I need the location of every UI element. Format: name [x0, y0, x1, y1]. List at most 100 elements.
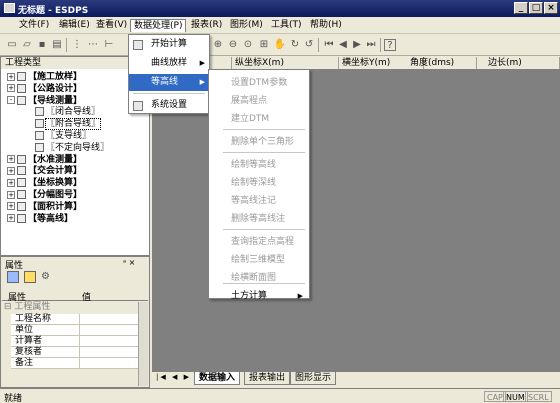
- props-group[interactable]: ⊟ 工程属性: [2, 302, 148, 313]
- menu-data-processing[interactable]: 数据处理(P): [130, 19, 187, 32]
- expander-icon[interactable]: +: [7, 155, 15, 164]
- submenu-item[interactable]: 土方计算 ▶: [209, 287, 309, 305]
- menu-file[interactable]: 文件(F): [16, 19, 52, 32]
- contour-submenu: 设置DTM参数 展高程点建立DTM 删除单个三角形 绘制等高线 绘制等深线 等高线注记 删除…: [208, 69, 310, 301]
- props-scrollbar[interactable]: [138, 302, 148, 386]
- menu-separator: [223, 129, 305, 130]
- close-button[interactable]: ×: [544, 2, 558, 14]
- expander-icon[interactable]: +: [7, 72, 15, 81]
- tab-data-input[interactable]: 数据输入: [194, 372, 241, 385]
- tree-node[interactable]: - 【导线测量】: [7, 95, 82, 107]
- zoom-icon[interactable]: ⊙: [241, 38, 255, 52]
- property-row[interactable]: 单位: [11, 325, 141, 336]
- tree-node[interactable]: 〖闭合导线〗: [35, 107, 100, 118]
- submenu-item-label: 绘横断面图: [231, 273, 277, 283]
- tree-node[interactable]: 〖不定向导线〗: [35, 142, 109, 154]
- tree-node-label: 〖闭合导线〗: [46, 107, 101, 118]
- tree-node[interactable]: 〖支导线〗: [35, 131, 91, 142]
- tree-node[interactable]: + 【等高线】: [7, 213, 73, 225]
- maximize-button[interactable]: □: [529, 2, 543, 14]
- expander-icon[interactable]: +: [7, 202, 15, 211]
- prev-icon[interactable]: ◀: [336, 38, 350, 52]
- menu-graphics[interactable]: 图形(M): [227, 19, 266, 32]
- submenu-item[interactable]: 展高程点: [209, 92, 309, 110]
- tree-node[interactable]: + 【分幅图号】: [7, 190, 82, 201]
- tab-report-output[interactable]: 报表输出: [244, 372, 291, 385]
- props-group-label: 工程属性: [14, 302, 51, 312]
- open-icon[interactable]: ▱: [20, 38, 34, 52]
- folder-icon: [17, 213, 26, 223]
- next-icon[interactable]: ▶: [350, 38, 364, 52]
- property-row[interactable]: 复核者: [11, 347, 141, 358]
- tree-node[interactable]: + 【交会计算】: [7, 166, 82, 177]
- tree-node[interactable]: 〖附合导线〗: [35, 118, 102, 131]
- print-icon[interactable]: ▤: [50, 38, 64, 52]
- extent-icon[interactable]: ⊞: [257, 38, 271, 52]
- submenu-item-label: 建立DTM: [231, 114, 270, 124]
- pin-close-icon[interactable]: ᵃ ×: [123, 258, 135, 267]
- refresh-icon[interactable]: ↻: [288, 38, 302, 52]
- first-icon[interactable]: ⏮: [322, 38, 336, 52]
- categorized-icon[interactable]: [7, 271, 19, 283]
- node-icon[interactable]: ⋯: [86, 38, 100, 52]
- zoom-out-icon[interactable]: ⊖: [226, 38, 240, 52]
- submenu-item[interactable]: 查询指定点高程: [209, 233, 309, 251]
- pan-icon[interactable]: ✋: [273, 38, 287, 52]
- property-value[interactable]: [79, 325, 80, 336]
- minimize-button[interactable]: _: [514, 2, 528, 14]
- property-row[interactable]: 工程名称: [11, 314, 141, 325]
- tree-node[interactable]: + 【坐标换算】: [7, 178, 82, 189]
- property-row[interactable]: 计算者: [11, 336, 141, 347]
- save-icon[interactable]: ▪: [35, 38, 49, 52]
- submenu-item[interactable]: 等高线注记: [209, 192, 309, 210]
- menu-edit[interactable]: 编辑(E): [56, 19, 93, 32]
- submenu-item[interactable]: 设置DTM参数: [209, 74, 309, 92]
- new-icon[interactable]: ▭: [5, 38, 19, 52]
- last-icon[interactable]: ⏭: [364, 38, 378, 52]
- menu-tools[interactable]: 工具(T): [268, 19, 305, 32]
- tree-node[interactable]: + 【公路设计】: [7, 83, 82, 95]
- submenu-item[interactable]: 绘制三维模型: [209, 251, 309, 269]
- submenu-item[interactable]: 建立DTM: [209, 110, 309, 128]
- tree-icon[interactable]: ⋮: [70, 38, 84, 52]
- sort-icon[interactable]: [24, 271, 36, 283]
- property-value[interactable]: [79, 347, 80, 358]
- menu-item-label: 曲线放样: [151, 58, 188, 68]
- expander-icon[interactable]: +: [7, 214, 15, 223]
- menu-item[interactable]: 等高线 ▶: [129, 74, 209, 91]
- tree-node[interactable]: + 【面积计算】: [7, 201, 82, 213]
- submenu-item[interactable]: 删除单个三角形: [209, 133, 309, 151]
- property-value[interactable]: [79, 358, 80, 369]
- property-name: 复核者: [15, 347, 43, 357]
- help-icon[interactable]: ?: [384, 39, 396, 51]
- tree-node[interactable]: + 【水准测量】: [7, 154, 82, 166]
- expander-icon[interactable]: -: [7, 96, 15, 105]
- expander-icon[interactable]: +: [7, 190, 15, 199]
- submenu-item[interactable]: 绘制等深线: [209, 174, 309, 192]
- expander-icon[interactable]: +: [7, 84, 15, 93]
- property-row[interactable]: 备注: [11, 358, 141, 369]
- menu-help[interactable]: 帮助(H): [307, 19, 345, 32]
- submenu-item[interactable]: 绘横断面图: [209, 269, 309, 287]
- expander-icon[interactable]: +: [7, 166, 15, 175]
- submenu-item-label: 绘制三维模型: [231, 255, 286, 265]
- property-name: 备注: [15, 358, 34, 368]
- property-value[interactable]: [79, 314, 80, 325]
- menu-report[interactable]: 报表(R): [188, 19, 225, 32]
- expander-icon[interactable]: +: [7, 178, 15, 187]
- props-header: 属性 值: [2, 289, 148, 303]
- redraw-icon[interactable]: ↺: [302, 38, 316, 52]
- menu-item[interactable]: 系统设置: [129, 97, 209, 114]
- tree-node[interactable]: + 【施工放样】: [7, 72, 82, 83]
- submenu-item[interactable]: 删除等高线注: [209, 210, 309, 228]
- submenu-item[interactable]: 绘制等高线: [209, 156, 309, 174]
- menu-item[interactable]: 曲线放样 ▶: [129, 55, 209, 72]
- branch-icon[interactable]: ⊢: [102, 38, 116, 52]
- property-value[interactable]: [79, 336, 80, 347]
- property-page-icon[interactable]: ⚙: [41, 271, 53, 283]
- menu-item[interactable]: 开始计算: [129, 36, 209, 53]
- property-name: 单位: [15, 325, 34, 335]
- tab-graphics-display[interactable]: 图形显示: [290, 372, 337, 385]
- zoom-in-icon[interactable]: ⊕: [211, 38, 225, 52]
- menu-view[interactable]: 查看(V): [93, 19, 130, 32]
